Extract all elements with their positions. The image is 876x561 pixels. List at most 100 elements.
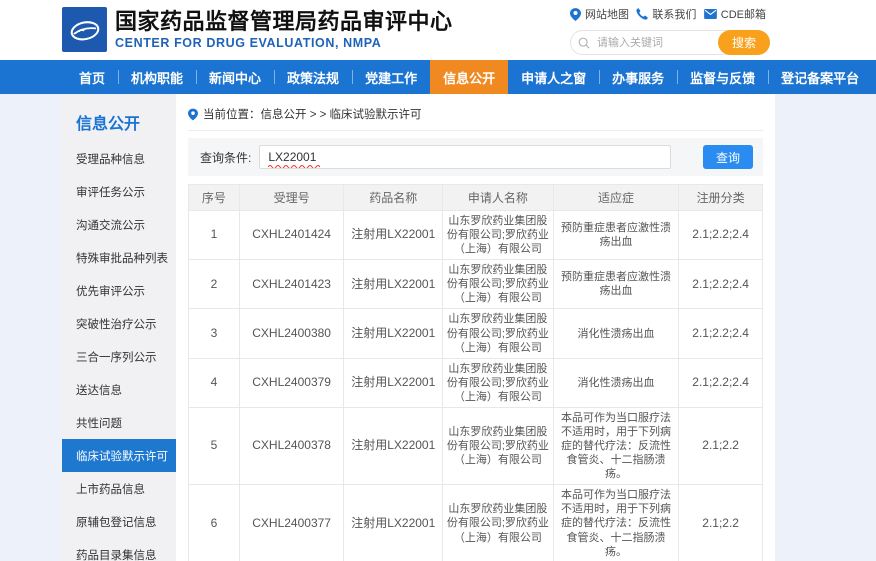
query-button[interactable]: 查询	[703, 145, 753, 169]
mailbox-link[interactable]: CDE邮箱	[704, 6, 766, 22]
table-cell: 2	[189, 260, 240, 309]
sidebar-item-8[interactable]: 送达信息	[62, 373, 176, 406]
table-cell: CXHL2400379	[239, 358, 344, 407]
table-cell: 山东罗欣药业集团股份有限公司;罗欣药业（上海）有限公司	[443, 260, 554, 309]
table-cell: 消化性溃疡出血	[553, 309, 679, 358]
sidebar-item-2[interactable]: 审评任务公示	[62, 175, 176, 208]
site-title-cn: 国家药品监督管理局药品审评中心	[115, 9, 453, 35]
table-cell: 本品可作为当口服疗法不适用时，用于下列病症的替代疗法：反流性食管炎、十二指肠溃疡…	[553, 485, 679, 561]
brand-text: 国家药品监督管理局药品审评中心 CENTER FOR DRUG EVALUATI…	[115, 9, 453, 50]
sidebar-item-6[interactable]: 突破性治疗公示	[62, 307, 176, 340]
site-title-en: CENTER FOR DRUG EVALUATION, NMPA	[115, 36, 453, 50]
sidebar-item-11[interactable]: 上市药品信息	[62, 472, 176, 505]
sidebar-title: 信息公开	[62, 94, 176, 142]
query-panel: 查询条件: 查询	[188, 138, 763, 176]
sidebar-item-9[interactable]: 共性问题	[62, 406, 176, 439]
table-cell: 1	[189, 211, 240, 260]
sidebar: 信息公开 受理品种信息审评任务公示沟通交流公示特殊审批品种列表优先审评公示突破性…	[62, 94, 176, 561]
brand: 国家药品监督管理局药品审评中心 CENTER FOR DRUG EVALUATI…	[62, 7, 453, 52]
table-cell: 本品可作为当口服疗法不适用时，用于下列病症的替代疗法：反流性食管炎、十二指肠溃疡…	[553, 407, 679, 484]
table-cell: 山东罗欣药业集团股份有限公司;罗欣药业（上海）有限公司	[443, 309, 554, 358]
nav-item-6[interactable]: 信息公开	[430, 60, 508, 94]
results-table: 序号受理号药品名称申请人名称适应症注册分类 1CXHL2401424注射用LX2…	[188, 184, 763, 561]
sidebar-item-13[interactable]: 药品目录集信息	[62, 538, 176, 561]
sidebar-item-12[interactable]: 原辅包登记信息	[62, 505, 176, 538]
table-cell: 山东罗欣药业集团股份有限公司;罗欣药业（上海）有限公司	[443, 358, 554, 407]
nav-item-8[interactable]: 办事服务	[599, 60, 677, 94]
table-cell: CXHL2400380	[239, 309, 344, 358]
table-body: 1CXHL2401424注射用LX22001山东罗欣药业集团股份有限公司;罗欣药…	[189, 211, 763, 561]
table-header-row: 序号受理号药品名称申请人名称适应症注册分类	[189, 185, 763, 211]
table-cell: 消化性溃疡出血	[553, 358, 679, 407]
query-label: 查询条件:	[200, 149, 251, 166]
query-input-wrap	[259, 145, 671, 169]
quick-links: 网站地图 联系我们 CDE邮箱	[570, 6, 766, 22]
nav-item-1[interactable]: 首页	[66, 60, 118, 94]
table-cell: 注射用LX22001	[344, 407, 443, 484]
table-cell: 2.1;2.2;2.4	[679, 309, 763, 358]
table-row: 4CXHL2400379注射用LX22001山东罗欣药业集团股份有限公司;罗欣药…	[189, 358, 763, 407]
table-cell: 注射用LX22001	[344, 358, 443, 407]
table-row: 3CXHL2400380注射用LX22001山东罗欣药业集团股份有限公司;罗欣药…	[189, 309, 763, 358]
breadcrumb: 当前位置：信息公开 > > 临床试验默示许可	[188, 102, 763, 131]
nav-item-5[interactable]: 党建工作	[352, 60, 430, 94]
sidebar-item-4[interactable]: 特殊审批品种列表	[62, 241, 176, 274]
content-wrap: 信息公开 受理品种信息审评任务公示沟通交流公示特殊审批品种列表优先审评公示突破性…	[62, 94, 775, 561]
table-cell: CXHL2400378	[239, 407, 344, 484]
table-row: 6CXHL2400377注射用LX22001山东罗欣药业集团股份有限公司;罗欣药…	[189, 485, 763, 561]
table-cell: 山东罗欣药业集团股份有限公司;罗欣药业（上海）有限公司	[443, 485, 554, 561]
sidebar-item-10[interactable]: 临床试验默示许可	[62, 439, 176, 472]
table-cell: 2.1;2.2	[679, 407, 763, 484]
page: 国家药品监督管理局药品审评中心 CENTER FOR DRUG EVALUATI…	[0, 0, 876, 561]
sidebar-items: 受理品种信息审评任务公示沟通交流公示特殊审批品种列表优先审评公示突破性治疗公示三…	[62, 142, 176, 561]
query-input[interactable]	[259, 145, 671, 169]
sitemap-link[interactable]: 网站地图	[570, 6, 629, 22]
main-content: 当前位置：信息公开 > > 临床试验默示许可 查询条件: 查询 序号受理号药品名…	[176, 94, 775, 561]
table-row: 1CXHL2401424注射用LX22001山东罗欣药业集团股份有限公司;罗欣药…	[189, 211, 763, 260]
contact-link[interactable]: 联系我们	[636, 6, 696, 22]
table-cell: 注射用LX22001	[344, 485, 443, 561]
table-cell: 3	[189, 309, 240, 358]
sidebar-item-1[interactable]: 受理品种信息	[62, 142, 176, 175]
phone-icon	[636, 8, 648, 20]
table-cell: 注射用LX22001	[344, 260, 443, 309]
table-cell: 预防重症患者应激性溃疡出血	[553, 211, 679, 260]
header-right: 网站地图 联系我们 CDE邮箱 搜索	[570, 6, 770, 55]
table-cell: 预防重症患者应激性溃疡出血	[553, 260, 679, 309]
nav-item-4[interactable]: 政策法规	[274, 60, 352, 94]
column-header: 申请人名称	[443, 185, 554, 211]
envelope-icon	[704, 9, 717, 19]
sidebar-item-5[interactable]: 优先审评公示	[62, 274, 176, 307]
table-cell: CXHL2401424	[239, 211, 344, 260]
breadcrumb-text: 当前位置：信息公开 > > 临床试验默示许可	[203, 106, 422, 122]
table-cell: 2.1;2.2;2.4	[679, 358, 763, 407]
column-header: 药品名称	[344, 185, 443, 211]
top-header: 国家药品监督管理局药品审评中心 CENTER FOR DRUG EVALUATI…	[0, 0, 876, 60]
table-cell: 4	[189, 358, 240, 407]
table-cell: 5	[189, 407, 240, 484]
main-nav: 首页机构职能新闻中心政策法规党建工作信息公开申请人之窗办事服务监督与反馈登记备案…	[0, 60, 876, 94]
mailbox-label: CDE邮箱	[721, 6, 766, 22]
table-cell: 山东罗欣药业集团股份有限公司;罗欣药业（上海）有限公司	[443, 211, 554, 260]
table-cell: 2.1;2.2;2.4	[679, 211, 763, 260]
site-search-button[interactable]: 搜索	[718, 30, 770, 55]
sidebar-item-7[interactable]: 三合一序列公示	[62, 340, 176, 373]
spellcheck-underline	[268, 164, 320, 168]
location-pin-icon	[570, 8, 581, 21]
nav-item-10[interactable]: 登记备案平台	[768, 60, 872, 94]
table-cell: 注射用LX22001	[344, 211, 443, 260]
nav-item-9[interactable]: 监督与反馈	[677, 60, 768, 94]
table-cell: 注射用LX22001	[344, 309, 443, 358]
table-row: 2CXHL2401423注射用LX22001山东罗欣药业集团股份有限公司;罗欣药…	[189, 260, 763, 309]
table-cell: 2.1;2.2;2.4	[679, 260, 763, 309]
nav-item-3[interactable]: 新闻中心	[196, 60, 274, 94]
nav-item-2[interactable]: 机构职能	[118, 60, 196, 94]
site-search: 搜索	[570, 30, 770, 55]
sitemap-label: 网站地图	[585, 6, 629, 22]
table-cell: 山东罗欣药业集团股份有限公司;罗欣药业（上海）有限公司	[443, 407, 554, 484]
column-header: 序号	[189, 185, 240, 211]
sidebar-item-3[interactable]: 沟通交流公示	[62, 208, 176, 241]
search-icon	[578, 36, 590, 54]
contact-label: 联系我们	[652, 6, 696, 22]
nav-item-7[interactable]: 申请人之窗	[508, 60, 599, 94]
